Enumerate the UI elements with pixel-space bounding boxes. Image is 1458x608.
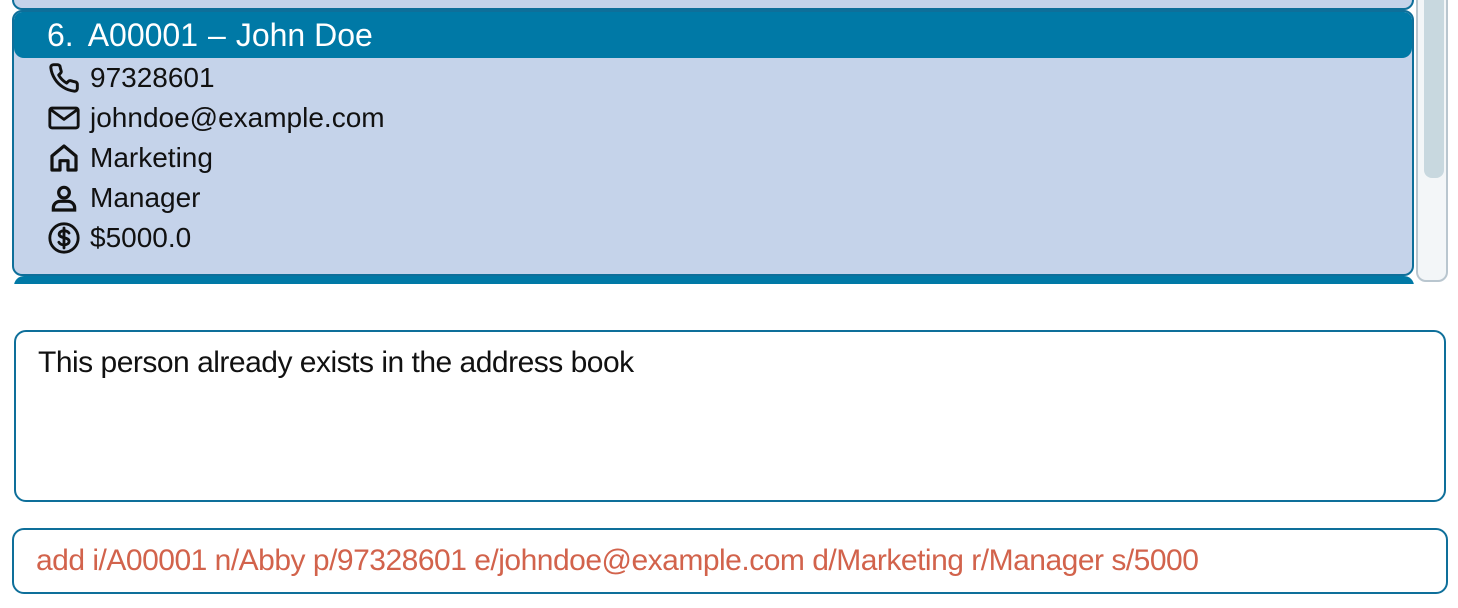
phone-field: 97328601: [46, 58, 215, 98]
person-name: John Doe: [235, 16, 373, 53]
next-person-card[interactable]: [14, 276, 1414, 284]
command-box[interactable]: [12, 528, 1448, 594]
person-list-panel: 6. A00001 – John Doe 97328601 johndoe@ex…: [0, 0, 1458, 284]
role-value: Manager: [90, 182, 201, 213]
previous-person-card[interactable]: [12, 0, 1414, 10]
dollar-circle-icon: [46, 220, 82, 256]
result-display: This person already exists in the addres…: [14, 330, 1446, 502]
id-name-separator: –: [208, 16, 226, 53]
email-value: johndoe@example.com: [90, 102, 385, 133]
person-card-selected[interactable]: 6. A00001 – John Doe 97328601 johndoe@ex…: [12, 10, 1414, 276]
result-message: This person already exists in the addres…: [38, 346, 634, 379]
person-card-header: 6. A00001 – John Doe: [14, 12, 1412, 58]
command-input[interactable]: [36, 544, 1424, 578]
department-field: Marketing: [46, 138, 213, 178]
person-id: A00001: [87, 16, 199, 53]
role-field: Manager: [46, 178, 201, 218]
person-icon: [46, 180, 82, 216]
salary-value: $5000.0: [90, 222, 192, 253]
email-field: johndoe@example.com: [46, 98, 385, 138]
scrollbar-thumb[interactable]: [1424, 0, 1444, 178]
salary-field: $5000.0: [46, 218, 191, 258]
department-value: Marketing: [90, 142, 213, 173]
person-index: 6.: [47, 16, 74, 53]
house-icon: [46, 140, 82, 176]
phone-icon: [46, 60, 82, 96]
envelope-icon: [46, 100, 82, 136]
phone-value: 97328601: [90, 62, 215, 93]
list-scrollbar[interactable]: [1416, 0, 1448, 282]
